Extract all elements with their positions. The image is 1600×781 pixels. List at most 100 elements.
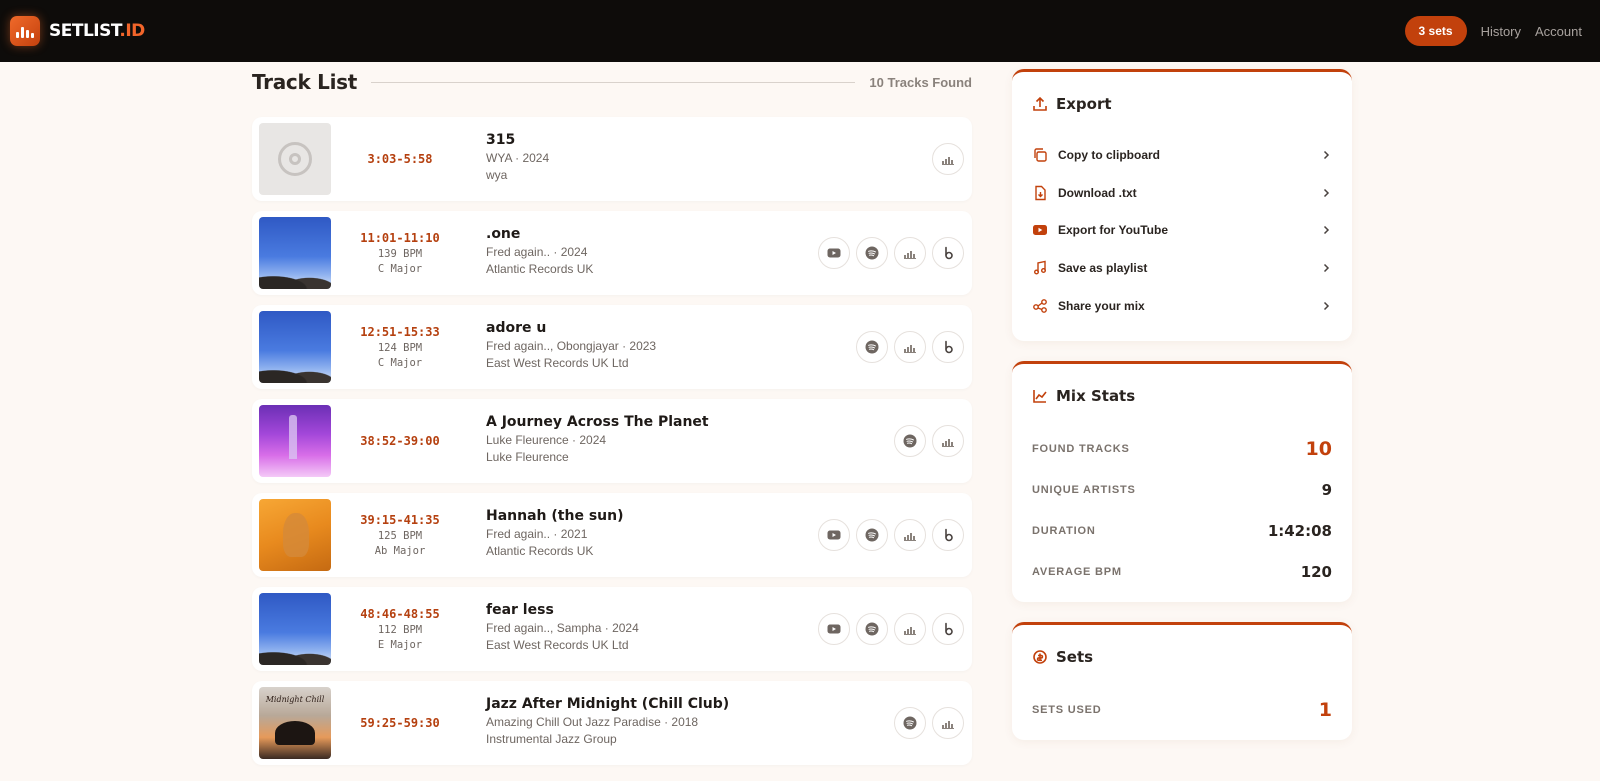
- spotify-icon: [864, 527, 880, 543]
- export-item-label: Export for YouTube: [1058, 223, 1168, 238]
- export-item-label: Share your mix: [1058, 298, 1145, 313]
- chevron-right-icon: [1323, 301, 1330, 310]
- shazam-button[interactable]: [932, 519, 964, 551]
- shazam-icon: [940, 527, 956, 543]
- track-card[interactable]: 39:15-41:35 125 BPM Ab Major Hannah (the su…: [252, 493, 972, 577]
- nav-account[interactable]: Account: [1535, 24, 1582, 39]
- spotify-button[interactable]: [856, 519, 888, 551]
- track-label: wya: [486, 168, 508, 182]
- beatport-button[interactable]: [894, 613, 926, 645]
- track-label: Atlantic Records UK: [486, 262, 594, 276]
- spotify-button[interactable]: [856, 613, 888, 645]
- track-card[interactable]: 48:46-48:55 112 BPM E Major fear less Fred a…: [252, 587, 972, 671]
- timestamp[interactable]: 12:51-15:33: [360, 325, 439, 339]
- beatport-button[interactable]: [932, 425, 964, 457]
- stat-label: UNIQUE ARTISTS: [1032, 483, 1136, 496]
- track-card[interactable]: Midnight Chill 59:25-59:30 Jazz After Midn…: [252, 681, 972, 765]
- track-artist-year: Fred again.., Obongjayar · 2023: [486, 339, 657, 353]
- beatport-icon: [902, 339, 918, 355]
- stat-label: AVERAGE BPM: [1032, 565, 1122, 578]
- track-bpm: 139 BPM: [377, 248, 423, 260]
- track-title: Jazz After Midnight (Chill Club): [486, 696, 730, 712]
- export-item[interactable]: Copy to clipboard: [1012, 136, 1352, 174]
- logo-icon[interactable]: [10, 16, 40, 46]
- album-cover: [259, 217, 331, 289]
- nav-history[interactable]: History: [1481, 24, 1521, 39]
- beatport-icon: [902, 245, 918, 261]
- sets-card: Sets SETS USED 1: [1012, 622, 1352, 740]
- stat-value: 120: [1300, 562, 1332, 581]
- spotify-button[interactable]: [894, 425, 926, 457]
- track-card[interactable]: 3:03-5:58 315 WYA · 2024 wya: [252, 117, 972, 201]
- mix-stats-title: Mix Stats: [1056, 387, 1136, 405]
- track-artist-year: WYA · 2024: [486, 151, 550, 165]
- export-title: Export: [1056, 95, 1112, 113]
- track-timing: 12:51-15:33 124 BPM C Major: [352, 305, 448, 389]
- track-artist-year: Fred again.., Sampha · 2024: [486, 621, 639, 635]
- export-item[interactable]: Download .txt: [1012, 174, 1352, 212]
- track-label: East West Records UK Ltd: [486, 638, 629, 652]
- chevron-right-icon: [1323, 226, 1330, 235]
- beatport-icon: [940, 151, 956, 167]
- stat-row: AVERAGE BPM 120: [1012, 551, 1352, 592]
- timestamp[interactable]: 48:46-48:55: [360, 607, 439, 621]
- beatport-button[interactable]: [894, 519, 926, 551]
- spotify-button[interactable]: [856, 331, 888, 363]
- copy-icon: [1032, 147, 1058, 163]
- stat-row: FOUND TRACKS 10: [1012, 428, 1352, 469]
- shazam-button[interactable]: [932, 331, 964, 363]
- logo-text[interactable]: SETLIST.ID: [49, 21, 145, 41]
- timestamp[interactable]: 39:15-41:35: [360, 513, 439, 527]
- track-label: Instrumental Jazz Group: [486, 732, 617, 746]
- beatport-button[interactable]: [932, 707, 964, 739]
- track-card[interactable]: 11:01-11:10 139 BPM C Major .one Fred again.…: [252, 211, 972, 295]
- beatport-button[interactable]: [894, 237, 926, 269]
- track-list-title: Track List: [252, 70, 357, 94]
- youtube-button[interactable]: [818, 519, 850, 551]
- shazam-button[interactable]: [932, 237, 964, 269]
- track-card[interactable]: 38:52-39:00 A Journey Across The Planet Lu…: [252, 399, 972, 483]
- track-bpm: 112 BPM: [377, 624, 423, 636]
- album-cover: [259, 593, 331, 665]
- timestamp[interactable]: 59:25-59:30: [360, 716, 439, 730]
- shazam-button[interactable]: [932, 613, 964, 645]
- youtube-button[interactable]: [818, 613, 850, 645]
- timestamp[interactable]: 11:01-11:10: [360, 231, 439, 245]
- timestamp[interactable]: 3:03-5:58: [367, 152, 432, 166]
- stat-row: UNIQUE ARTISTS 9: [1012, 469, 1352, 510]
- track-label: Luke Fleurence: [486, 450, 569, 464]
- shazam-icon: [940, 245, 956, 261]
- export-item[interactable]: Save as playlist: [1012, 249, 1352, 287]
- track-timing: 59:25-59:30: [352, 681, 448, 765]
- shazam-icon: [940, 339, 956, 355]
- track-card[interactable]: 12:51-15:33 124 BPM C Major adore u Fred aga…: [252, 305, 972, 389]
- spotify-button[interactable]: [894, 707, 926, 739]
- album-cover: Midnight Chill: [259, 687, 331, 759]
- chevron-right-icon: [1323, 150, 1330, 159]
- export-item-label: Copy to clipboard: [1058, 147, 1160, 162]
- top-bar: SETLIST.ID 3 sets History Account: [0, 0, 1600, 62]
- track-bpm: 125 BPM: [377, 530, 423, 542]
- youtube-button[interactable]: [818, 237, 850, 269]
- sets-badge[interactable]: 3 sets: [1404, 16, 1467, 46]
- spotify-icon: [864, 245, 880, 261]
- spotify-button[interactable]: [856, 237, 888, 269]
- track-title: A Journey Across The Planet: [486, 414, 709, 430]
- chevron-right-icon: [1323, 188, 1330, 197]
- stat-value: 1: [1318, 698, 1332, 721]
- track-title: .one: [486, 226, 521, 242]
- track-timing: 48:46-48:55 112 BPM E Major: [352, 587, 448, 671]
- export-item[interactable]: Export for YouTube: [1012, 211, 1352, 249]
- export-item[interactable]: Share your mix: [1012, 287, 1352, 325]
- chart-line-icon: [1033, 390, 1047, 403]
- divider: [371, 81, 856, 83]
- track-timing: 38:52-39:00: [352, 399, 448, 483]
- timestamp[interactable]: 38:52-39:00: [360, 434, 439, 448]
- beatport-button[interactable]: [894, 331, 926, 363]
- coin-icon: [1033, 650, 1047, 664]
- beatport-button[interactable]: [932, 143, 964, 175]
- youtube-icon: [826, 527, 842, 543]
- stat-value: 1:42:08: [1267, 521, 1332, 540]
- track-key: E Major: [377, 639, 423, 651]
- track-label: Atlantic Records UK: [486, 544, 594, 558]
